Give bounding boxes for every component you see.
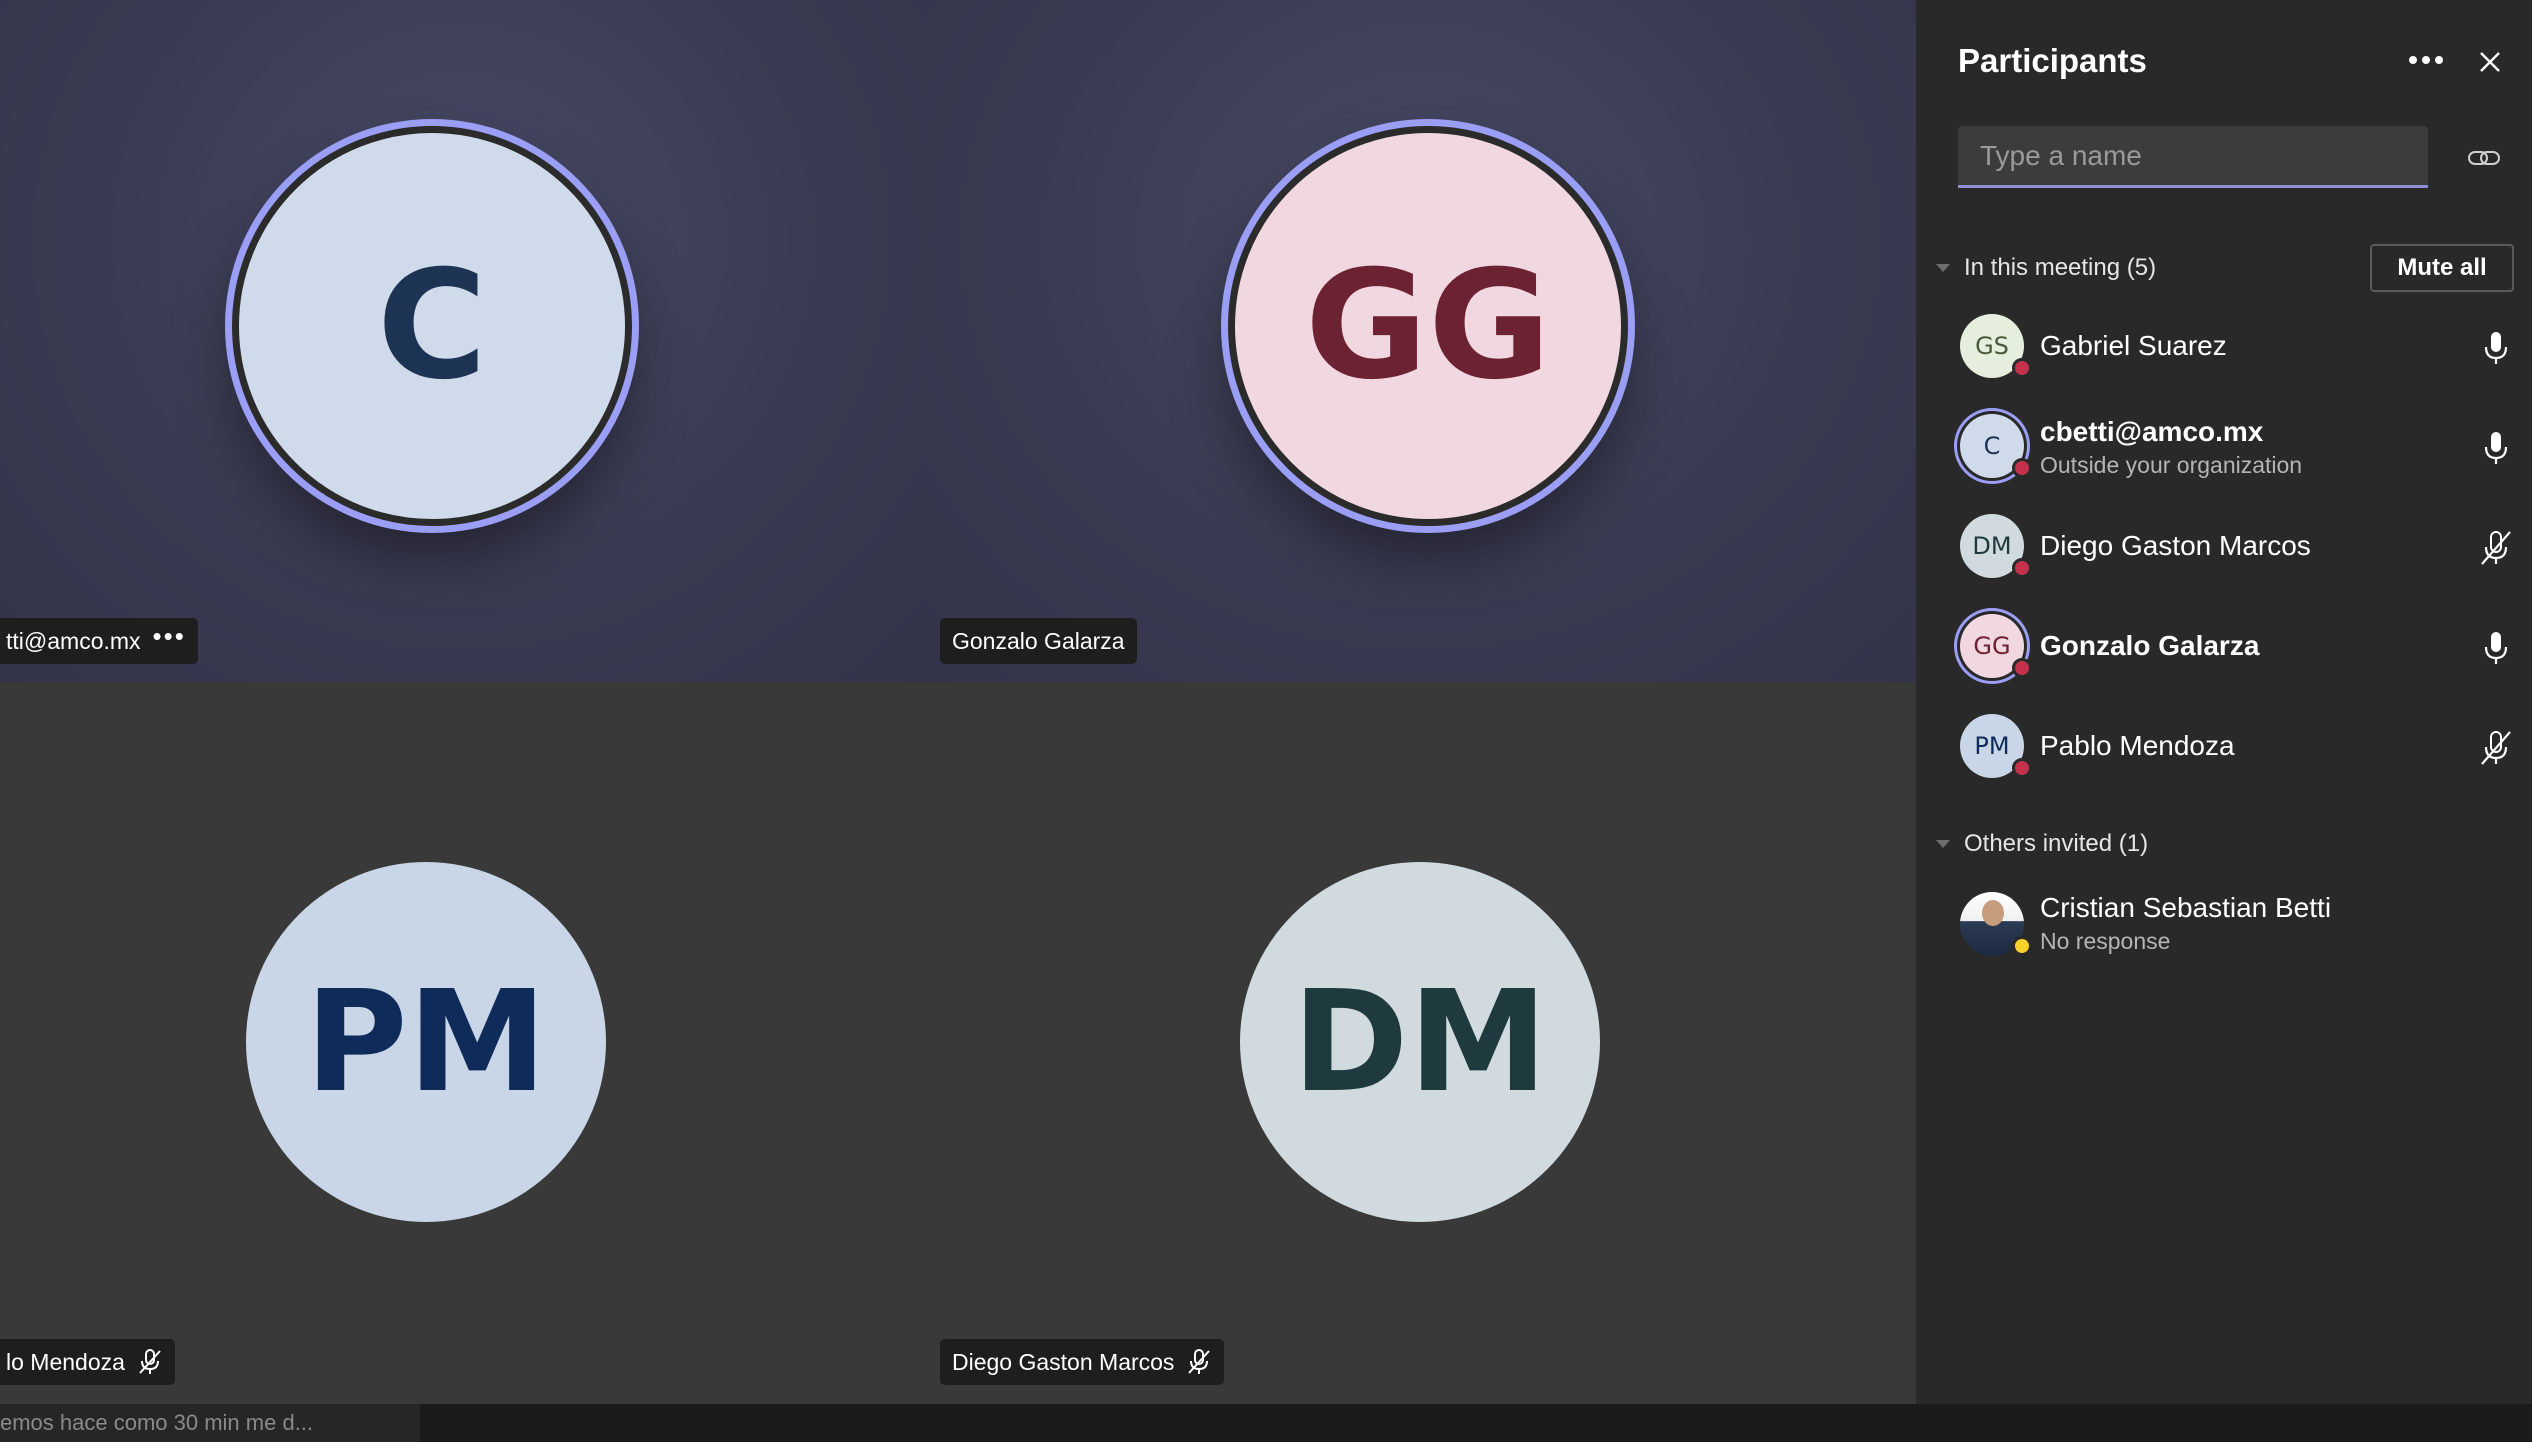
participant-avatar: C: [232, 126, 632, 526]
participant-row[interactable]: PM Pablo Mendoza: [1916, 700, 2532, 796]
caret-down-icon: [1936, 840, 1950, 848]
participant-row[interactable]: GS Gabriel Suarez: [1916, 300, 2532, 396]
participant-avatar: GG: [1228, 126, 1628, 526]
participant-subtitle: Outside your organization: [2040, 452, 2303, 478]
close-button[interactable]: [2468, 40, 2512, 84]
search-input[interactable]: [1958, 126, 2428, 185]
search-field[interactable]: [1958, 126, 2428, 188]
participant-row[interactable]: GG Gonzalo Galarza: [1916, 600, 2532, 696]
name-tag: Diego Gaston Marcos: [940, 1339, 1225, 1385]
status-busy-icon: [2012, 558, 2032, 578]
mic-off-icon[interactable]: [2476, 528, 2516, 568]
participant-row[interactable]: DM Diego Gaston Marcos: [1916, 500, 2532, 596]
invited-row[interactable]: Cristian Sebastian Betti No response: [1916, 878, 2532, 974]
participants-panel: Participants In this meeting (5) Mute al…: [1916, 0, 2532, 1404]
name-tag-label: Diego Gaston Marcos: [952, 1348, 1175, 1375]
panel-title: Participants: [1958, 42, 2147, 79]
others-invited-label: Others invited (1): [1964, 830, 2149, 857]
participant-name: Cristian Sebastian Betti: [2040, 892, 2332, 923]
video-stage: C tti@amco.mx ••• GG Gonzalo Galarza PM …: [0, 0, 1916, 1404]
participant-avatar: DM: [1240, 862, 1600, 1222]
mic-off-icon: [139, 1349, 161, 1374]
caret-down-icon: [1936, 264, 1950, 272]
mic-icon[interactable]: [2476, 328, 2516, 368]
status-busy-icon: [2012, 358, 2032, 378]
chat-preview[interactable]: emos hace como 30 min me d...: [0, 1404, 420, 1442]
status-busy-icon: [2012, 758, 2032, 778]
video-tile-pablo[interactable]: PM lo Mendoza: [0, 682, 924, 1404]
participant-subtitle: No response: [2040, 928, 2171, 954]
status-busy-icon: [2012, 658, 2032, 678]
participant-name: cbetti@amco.mx: [2040, 416, 2264, 447]
name-tag: Gonzalo Galarza: [940, 618, 1137, 664]
mic-off-icon: [1188, 1349, 1211, 1374]
name-tag-label: lo Mendoza: [6, 1348, 125, 1375]
participant-avatar: PM: [246, 862, 606, 1222]
name-tag: lo Mendoza: [0, 1339, 175, 1385]
name-tag: tti@amco.mx •••: [0, 618, 198, 664]
link-icon: [2468, 151, 2500, 165]
video-tile-cbetti[interactable]: C tti@amco.mx •••: [0, 0, 924, 682]
participant-name: Pablo Mendoza: [2040, 730, 2235, 761]
more-icon: [2409, 56, 2443, 64]
participant-name: Gabriel Suarez: [2040, 330, 2227, 361]
bottom-bar: emos hace como 30 min me d...: [0, 1404, 2532, 1442]
participant-name: Gonzalo Galarza: [2040, 630, 2260, 661]
in-meeting-section-header[interactable]: In this meeting (5): [1936, 254, 2156, 282]
participant-name: Diego Gaston Marcos: [2040, 530, 2311, 561]
video-tile-gonzalo[interactable]: GG Gonzalo Galarza: [924, 0, 1916, 682]
name-tag-label: Gonzalo Galarza: [952, 627, 1125, 654]
status-away-icon: [2012, 936, 2032, 956]
others-invited-section-header[interactable]: Others invited (1): [1936, 830, 2148, 858]
video-tile-diego[interactable]: DM Diego Gaston Marcos: [924, 682, 1916, 1404]
name-tag-label: tti@amco.mx: [6, 627, 141, 654]
more-options-button[interactable]: [2396, 40, 2456, 80]
mic-icon[interactable]: [2476, 428, 2516, 468]
more-icon[interactable]: •••: [153, 623, 186, 649]
mic-off-icon[interactable]: [2476, 728, 2516, 768]
mute-all-button[interactable]: Mute all: [2370, 244, 2514, 292]
status-busy-icon: [2012, 458, 2032, 478]
participant-row[interactable]: C cbetti@amco.mx Outside your organizati…: [1916, 400, 2532, 496]
share-invite-button[interactable]: [2462, 140, 2506, 176]
close-icon: [2480, 52, 2500, 72]
in-meeting-label: In this meeting (5): [1964, 254, 2157, 281]
mic-icon[interactable]: [2476, 628, 2516, 668]
